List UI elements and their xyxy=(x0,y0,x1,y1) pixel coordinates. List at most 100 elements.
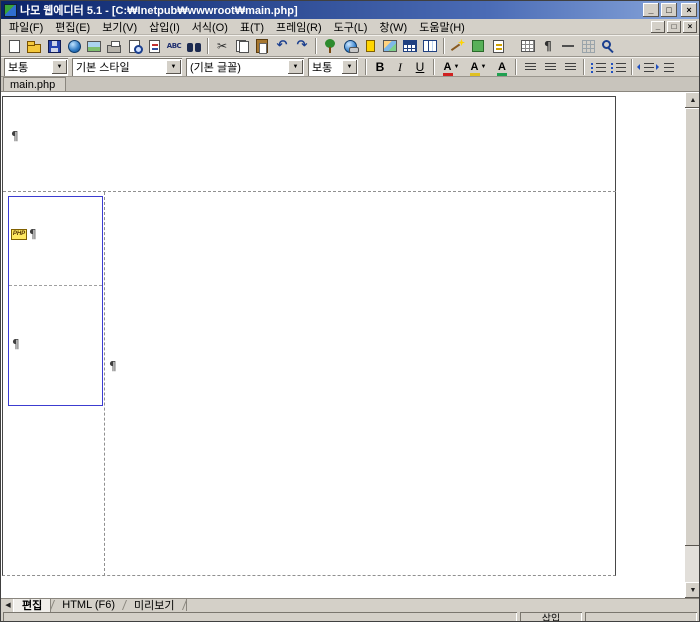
document-tab-mainphp[interactable]: main.php xyxy=(3,77,66,91)
chevron-down-icon[interactable]: ▼ xyxy=(166,60,181,74)
undo-icon: ↶ xyxy=(277,39,288,53)
insert-component-button[interactable] xyxy=(468,37,488,56)
insert-script-button[interactable] xyxy=(488,37,508,56)
scrollbar-thumb[interactable] xyxy=(685,108,700,546)
insert-hr-button[interactable] xyxy=(558,37,578,56)
font-combo[interactable]: (기본 글꼴) ▼ xyxy=(186,58,304,76)
chevron-down-icon[interactable]: ▼ xyxy=(342,60,357,74)
redo-button[interactable]: ↷ xyxy=(292,37,312,56)
font-color-icon: A xyxy=(444,61,452,73)
menu-file[interactable]: 파일(F) xyxy=(3,18,49,36)
print-button[interactable] xyxy=(104,37,124,56)
save-button[interactable] xyxy=(44,37,64,56)
tab-edit[interactable]: 편집 xyxy=(13,599,51,612)
maximize-button[interactable]: □ xyxy=(661,3,677,17)
tab-preview[interactable]: 미리보기 xyxy=(126,599,182,612)
php-script-icon[interactable]: PHP xyxy=(11,229,27,240)
cut-button[interactable]: ✂ xyxy=(212,37,232,56)
insert-table-button[interactable] xyxy=(400,37,420,56)
outdent-button[interactable] xyxy=(636,58,656,76)
browser-preview-button[interactable] xyxy=(64,37,84,56)
minimize-button[interactable]: _ xyxy=(643,3,659,17)
tree-icon xyxy=(323,39,337,53)
show-marks-button[interactable]: ¶ xyxy=(538,37,558,56)
globe-icon xyxy=(68,40,81,53)
horizontal-scroll-track[interactable] xyxy=(186,599,700,611)
open-button[interactable] xyxy=(24,37,44,56)
chevron-down-icon[interactable]: ▼ xyxy=(288,60,303,74)
grid-icon xyxy=(582,40,595,53)
paste-icon xyxy=(256,39,268,53)
highlight-color-button[interactable]: A ▼ xyxy=(465,58,492,76)
child-close-button[interactable]: × xyxy=(683,21,697,33)
find-button[interactable] xyxy=(184,37,204,56)
scroll-down-button[interactable]: ▼ xyxy=(685,582,700,598)
menu-view[interactable]: 보기(V) xyxy=(96,18,143,36)
child-restore-button[interactable]: □ xyxy=(667,21,681,33)
css-style-combo[interactable]: 기본 스타일 ▼ xyxy=(72,58,182,76)
child-minimize-button[interactable]: _ xyxy=(651,21,665,33)
insert-hyperlink-button[interactable] xyxy=(340,37,360,56)
indent-icon xyxy=(664,63,674,72)
italic-button[interactable]: I xyxy=(390,58,410,76)
new-document-button[interactable] xyxy=(4,37,24,56)
tab-html[interactable]: HTML (F6) xyxy=(54,599,123,612)
bold-button[interactable]: B xyxy=(370,58,390,76)
spell-check-button[interactable]: ABC xyxy=(164,37,184,56)
close-button[interactable]: × xyxy=(681,3,697,17)
selected-table-cell[interactable]: PHP ¶ ¶ xyxy=(8,196,103,406)
insert-bookmark-button[interactable] xyxy=(360,37,380,56)
paste-button[interactable] xyxy=(252,37,272,56)
pilcrow-mark: ¶ xyxy=(109,360,117,372)
menu-insert[interactable]: 삽입(I) xyxy=(143,18,186,36)
save-icon xyxy=(48,40,61,53)
menu-help[interactable]: 도움말(H) xyxy=(413,18,471,36)
edit-canvas[interactable]: ¶ PHP ¶ ¶ ¶ xyxy=(1,92,685,598)
copy-button[interactable] xyxy=(232,37,252,56)
align-right-button[interactable] xyxy=(560,58,580,76)
app-window: 나모 웹에디터 5.1 - [C:₩Inetpub₩wwwroot₩main.p… xyxy=(0,0,700,622)
chevron-down-icon[interactable]: ▼ xyxy=(52,60,67,74)
insert-image-button[interactable] xyxy=(380,37,400,56)
align-center-button[interactable] xyxy=(540,58,560,76)
toolbar-separator xyxy=(207,38,209,54)
font-color-button[interactable]: A ▼ xyxy=(438,58,465,76)
character-effects-button[interactable]: A xyxy=(492,58,512,76)
menu-frame[interactable]: 프레임(R) xyxy=(270,18,328,36)
menu-tools[interactable]: 도구(L) xyxy=(328,18,374,36)
show-grid-button[interactable] xyxy=(578,37,598,56)
print-preview-button[interactable] xyxy=(124,37,144,56)
menu-table[interactable]: 표(T) xyxy=(234,18,270,36)
align-center-icon xyxy=(545,63,556,72)
align-left-button[interactable] xyxy=(520,58,540,76)
document-info-button[interactable] xyxy=(144,37,164,56)
font-size-combo[interactable]: 보통 ▼ xyxy=(308,58,358,76)
image-view-button[interactable] xyxy=(84,37,104,56)
menubar: 파일(F) 편집(E) 보기(V) 삽입(I) 서식(O) 표(T) 프레임(R… xyxy=(1,19,699,35)
scroll-up-button[interactable]: ▲ xyxy=(685,92,700,108)
view-tab-strip: ◀ 편집 HTML (F6) 미리보기 xyxy=(1,598,699,611)
indent-button[interactable] xyxy=(656,58,676,76)
insert-clipart-button[interactable] xyxy=(320,37,340,56)
bullet-list-button[interactable] xyxy=(608,58,628,76)
table-border-button[interactable] xyxy=(518,37,538,56)
redo-icon: ↷ xyxy=(297,39,308,53)
insert-frame-button[interactable] xyxy=(420,37,440,56)
underline-button[interactable]: U xyxy=(410,58,430,76)
menu-window[interactable]: 창(W) xyxy=(373,18,413,36)
wizard-button[interactable] xyxy=(448,37,468,56)
menu-format[interactable]: 서식(O) xyxy=(186,18,234,36)
open-folder-icon xyxy=(27,44,41,53)
table-row-divider xyxy=(3,191,616,192)
outdent-icon xyxy=(644,63,654,72)
vertical-scrollbar[interactable]: ▲ ▼ xyxy=(685,92,700,598)
numbered-list-button[interactable] xyxy=(588,58,608,76)
tab-scroll-left-icon[interactable]: ◀ xyxy=(3,601,13,609)
undo-button[interactable]: ↶ xyxy=(272,37,292,56)
paragraph-style-combo[interactable]: 보통 ▼ xyxy=(4,58,68,76)
underline-icon: U xyxy=(416,60,425,74)
menu-edit[interactable]: 편집(E) xyxy=(49,18,96,36)
format-toolbar: 보통 ▼ 기본 스타일 ▼ (기본 글꼴) ▼ 보통 ▼ B I U A ▼ A… xyxy=(1,57,699,77)
zoom-button[interactable] xyxy=(598,37,618,56)
pilcrow-mark: ¶ xyxy=(12,338,20,350)
